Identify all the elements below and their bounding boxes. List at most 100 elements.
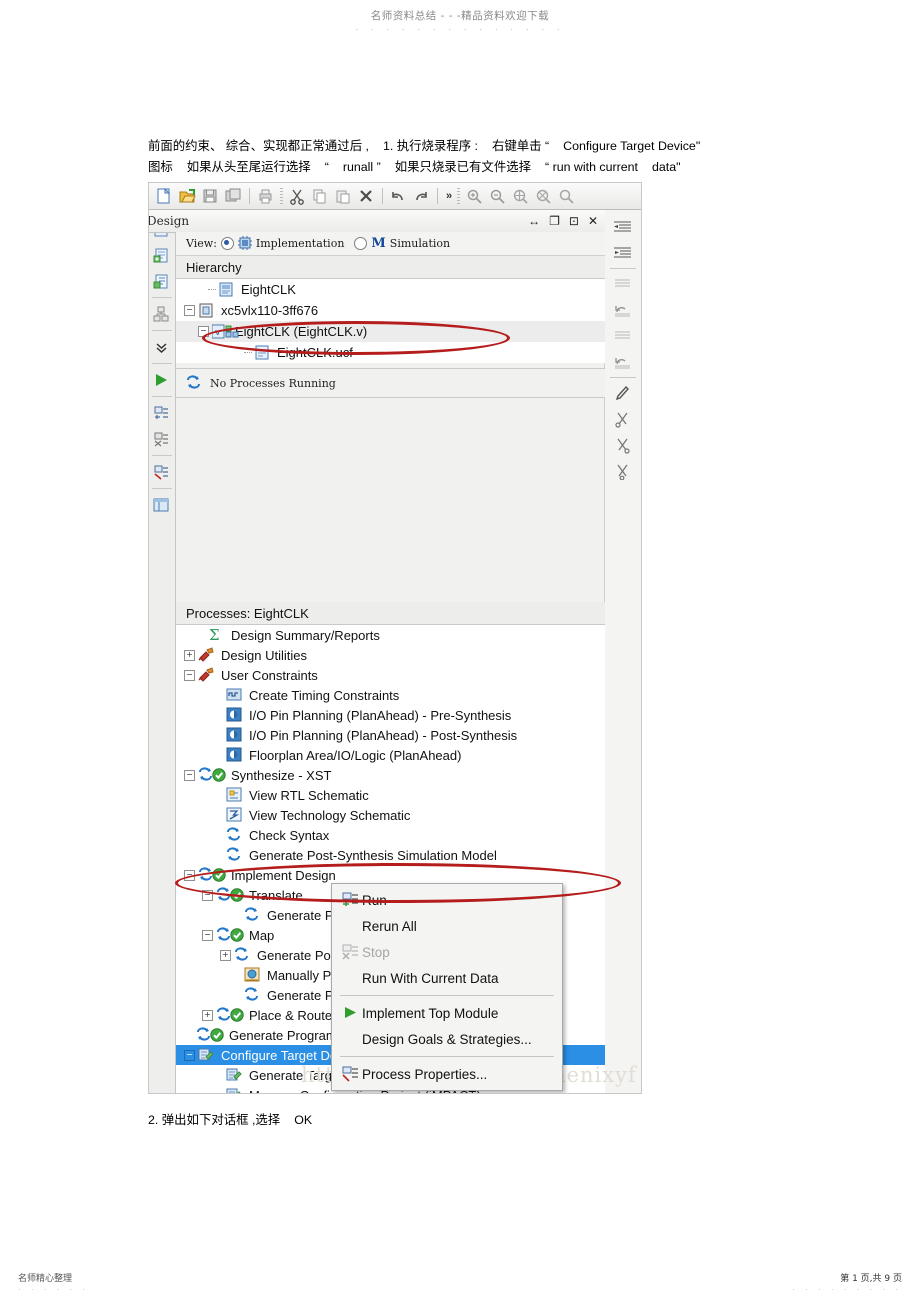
open-file-icon[interactable] bbox=[176, 186, 198, 207]
undo-list-icon-2[interactable] bbox=[605, 349, 639, 375]
view-selector-row[interactable]: View: Implementation M Simulation bbox=[176, 232, 605, 256]
redo-icon[interactable] bbox=[410, 186, 432, 207]
context-menu-item[interactable]: Run With Current Data bbox=[332, 965, 562, 991]
symbols-view-icon[interactable] bbox=[149, 301, 173, 327]
tree-collapse-icon[interactable]: − bbox=[184, 769, 195, 781]
process-item-label: Translate bbox=[249, 887, 303, 903]
tree-collapse-icon[interactable]: − bbox=[184, 305, 195, 316]
align-icon-1[interactable] bbox=[605, 271, 639, 297]
run-process-icon[interactable] bbox=[149, 367, 173, 393]
tree-collapse-icon[interactable]: − bbox=[184, 869, 195, 881]
process-item-label: Design Summary/Reports bbox=[231, 627, 380, 643]
hierarchy-tree[interactable]: EightCLK − xc5vlx110-3ff676− v EightCLK (Eig… bbox=[176, 279, 605, 363]
process-down-icon[interactable] bbox=[149, 400, 173, 426]
process-icon bbox=[216, 927, 233, 943]
ucf-icon bbox=[254, 345, 271, 361]
tree-collapse-icon[interactable]: − bbox=[198, 326, 209, 337]
tree-collapse-icon[interactable]: − bbox=[184, 669, 195, 681]
zoom-in-icon[interactable] bbox=[463, 186, 485, 207]
process-row[interactable]: Create Timing Constraints bbox=[176, 685, 605, 705]
libraries-view-icon[interactable] bbox=[149, 268, 173, 294]
rail-expand-icon[interactable] bbox=[149, 334, 173, 360]
process-row[interactable]: + Design Utilities bbox=[176, 645, 605, 665]
process-properties-rail-icon[interactable] bbox=[149, 459, 173, 485]
process-row[interactable]: − User Constraints bbox=[176, 665, 605, 685]
timing-icon bbox=[226, 687, 243, 703]
align-icon-2[interactable] bbox=[605, 323, 639, 349]
process-row[interactable]: Floorplan Area/IO/Logic (PlanAhead) bbox=[176, 745, 605, 765]
pencil-icon[interactable] bbox=[605, 380, 639, 406]
hierarchy-row[interactable]: − v EightCLK (EightCLK.v) bbox=[176, 321, 605, 342]
zoom-fit-icon[interactable] bbox=[509, 186, 531, 207]
hierarchy-row[interactable]: EightCLK bbox=[176, 279, 605, 300]
radio-simulation[interactable] bbox=[354, 237, 368, 250]
process-cross-icon[interactable] bbox=[149, 426, 173, 452]
context-menu-item[interactable]: Design Goals & Strategies... bbox=[332, 1026, 562, 1052]
copy-icon[interactable] bbox=[309, 186, 331, 207]
rail-divider-2 bbox=[152, 330, 172, 331]
maximize-icon[interactable]: ❐ bbox=[549, 215, 560, 227]
tree-collapse-icon[interactable]: − bbox=[202, 889, 213, 901]
no-processes-label: No Processes Running bbox=[210, 376, 336, 390]
tree-expand-icon[interactable]: + bbox=[220, 949, 231, 961]
tree-collapse-icon[interactable]: − bbox=[184, 1049, 195, 1061]
process-row[interactable]: I/O Pin Planning (PlanAhead) - Post-Synt… bbox=[176, 725, 605, 745]
intro-line1-c: 右键单击 “ bbox=[491, 139, 550, 153]
right-icon-rail[interactable] bbox=[604, 210, 641, 1093]
process-context-menu[interactable]: Run Rerun All Stop Run With Current Data Imp… bbox=[331, 883, 563, 1091]
resize-icon[interactable]: ↔ bbox=[528, 215, 540, 227]
context-menu-item[interactable]: Process Properties... bbox=[332, 1061, 562, 1087]
right-rail-divider-2 bbox=[610, 377, 636, 378]
panel-layout-icon[interactable] bbox=[149, 492, 173, 518]
process-row[interactable]: − Synthesize - XST bbox=[176, 765, 605, 785]
tree-expand-icon[interactable]: + bbox=[202, 1009, 213, 1021]
process-row[interactable]: − Implement Design bbox=[176, 865, 605, 885]
process-row[interactable]: Σ Design Summary/Reports bbox=[176, 625, 605, 645]
design-panel-titlebar[interactable]: Design ↔ ❐ ⊡ ✕ bbox=[149, 210, 605, 233]
cut-rail-icon-1[interactable] bbox=[605, 406, 639, 432]
process-item-label: View Technology Schematic bbox=[249, 807, 411, 823]
radio-implementation[interactable] bbox=[220, 237, 234, 250]
close-icon[interactable]: ✕ bbox=[588, 215, 598, 227]
process-icon bbox=[198, 867, 215, 883]
indent-left-icon[interactable] bbox=[605, 214, 639, 240]
paste-icon[interactable] bbox=[332, 186, 354, 207]
view-implementation-label[interactable]: Implementation bbox=[256, 237, 345, 250]
save-icon[interactable] bbox=[199, 186, 221, 207]
delete-icon[interactable] bbox=[355, 186, 377, 207]
cut-rail-icon-3[interactable] bbox=[605, 458, 639, 484]
save-all-icon[interactable] bbox=[222, 186, 244, 207]
process-row[interactable]: I/O Pin Planning (PlanAhead) - Pre-Synth… bbox=[176, 705, 605, 725]
overflow-chevron-icon[interactable]: » bbox=[446, 190, 452, 202]
intro-line2-e: 如果只烧录已有文件选择 bbox=[394, 160, 531, 174]
new-file-icon[interactable] bbox=[153, 186, 175, 207]
ise-toolbar[interactable]: » bbox=[149, 183, 641, 210]
process-row[interactable]: View RTL Schematic bbox=[176, 785, 605, 805]
process-row[interactable]: Check Syntax bbox=[176, 825, 605, 845]
context-menu-item[interactable]: Run bbox=[332, 887, 562, 913]
print-icon[interactable] bbox=[254, 186, 276, 207]
tree-expand-icon[interactable]: + bbox=[184, 649, 195, 661]
context-menu-item[interactable]: Rerun All bbox=[332, 913, 562, 939]
view-simulation-label[interactable]: Simulation bbox=[390, 237, 450, 250]
process-row[interactable]: View Technology Schematic bbox=[176, 805, 605, 825]
files-view-icon[interactable] bbox=[149, 242, 173, 268]
cut-rail-icon-2[interactable] bbox=[605, 432, 639, 458]
intro-line2-g: data" bbox=[651, 160, 681, 174]
zoom-area-icon[interactable] bbox=[555, 186, 577, 207]
process-row[interactable]: Generate Post-Synthesis Simulation Model bbox=[176, 845, 605, 865]
zoom-selection-icon[interactable] bbox=[532, 186, 554, 207]
tree-collapse-icon[interactable]: − bbox=[202, 929, 213, 941]
indent-right-icon[interactable] bbox=[605, 240, 639, 266]
process-icon bbox=[226, 847, 243, 863]
cut-icon[interactable] bbox=[286, 186, 308, 207]
zoom-out-icon[interactable] bbox=[486, 186, 508, 207]
undo-icon[interactable] bbox=[387, 186, 409, 207]
restore-icon[interactable]: ⊡ bbox=[569, 215, 579, 227]
left-icon-rail[interactable] bbox=[149, 210, 176, 1093]
undo-list-icon[interactable] bbox=[605, 297, 639, 323]
context-menu-item[interactable]: Implement Top Module bbox=[332, 1000, 562, 1026]
hierarchy-row[interactable]: − xc5vlx110-3ff676 bbox=[176, 300, 605, 321]
hierarchy-row[interactable]: EightCLK.ucf bbox=[176, 342, 605, 363]
